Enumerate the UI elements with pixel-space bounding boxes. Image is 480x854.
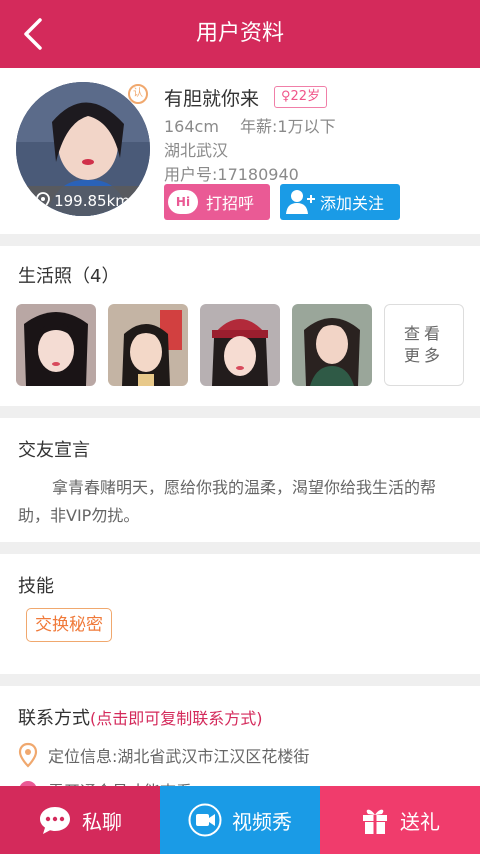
height-salary: 164cm 年薪:1万以下 [164,117,336,136]
profile-card: 199.85km 认 有胆就你来 ♀22岁 164cm 年薪:1万以下 湖北武汉… [0,68,480,234]
chat-bubble-icon [40,807,70,834]
follow-button[interactable]: 添加关注 [280,184,400,220]
verified-badge: 认 [128,84,148,104]
location-text: 湖北武汉 [164,141,229,160]
skills-title: 技能 [18,576,54,597]
contact-row-text: 需开通会员才能查看 [48,778,192,786]
page-title: 用户资料 [195,21,284,46]
avatar[interactable]: 199.85km [16,82,150,216]
nickname: 有胆就你来 [164,88,260,110]
video-show-label: 视频秀 [232,809,292,834]
gender-age-badge: ♀22岁 [274,86,328,108]
bottom-action-bar: 私聊 视频秀 送礼 [0,786,480,854]
photo-thumbnail[interactable] [292,304,372,386]
contact-hint: (点击即可复制联系方式) [90,709,263,728]
location-info-text: 定位信息:湖北省武汉市江汉区花楼街 [48,747,310,766]
skills-card: 技能 交换秘密 [0,554,480,674]
motto-card: 交友宣言 拿青春赌明天，愿给你我的温柔，渴望你给我生活的帮助，非VIP勿扰。 [0,418,480,542]
private-chat-button[interactable]: 私聊 [0,786,160,854]
photo-thumbnail[interactable] [200,304,280,386]
video-camera-icon [188,803,222,837]
distance-badge: 199.85km [16,186,150,216]
header-bar: 用户资料 [0,0,480,68]
photos-title: 生活照（4） [18,266,120,287]
distance-text: 199.85km [54,192,130,210]
motto-title: 交友宣言 [18,440,90,461]
private-chat-label: 私聊 [82,809,122,834]
motto-text: 拿青春赌明天，愿给你我的温柔，渴望你给我生活的帮助，非VIP勿扰。 [18,478,437,525]
photos-card: 生活照（4） 查看更多 [0,246,480,406]
photo-thumbnail[interactable] [108,304,188,386]
greet-button[interactable]: Hi 打招呼 [164,184,270,220]
contact-title: 联系方式(点击即可复制联系方式) [18,704,263,730]
location-row[interactable]: 定位信息:湖北省武汉市江汉区花楼街 [18,742,309,768]
hi-icon: Hi [168,190,198,214]
send-gift-label: 送礼 [400,809,440,834]
greet-label: 打招呼 [206,194,255,213]
view-more-photos-button[interactable]: 查看更多 [384,304,464,386]
send-gift-button[interactable]: 送礼 [320,786,480,854]
gift-icon [363,809,387,834]
location-pin-icon [36,192,50,210]
contact-title-text: 联系方式 [18,708,90,729]
user-id: 用户号:17180940 [164,165,299,184]
contact-card: 联系方式(点击即可复制联系方式) 定位信息:湖北省武汉市江汉区花楼街 需开通会员… [0,686,480,786]
video-show-button[interactable]: 视频秀 [160,786,320,854]
location-pin-icon [18,742,38,768]
contact-row[interactable]: 需开通会员才能查看 [18,778,192,786]
skill-tag: 交换秘密 [26,608,112,642]
add-user-icon [286,190,315,214]
photo-thumbnail[interactable] [16,304,96,386]
follow-label: 添加关注 [320,194,385,213]
